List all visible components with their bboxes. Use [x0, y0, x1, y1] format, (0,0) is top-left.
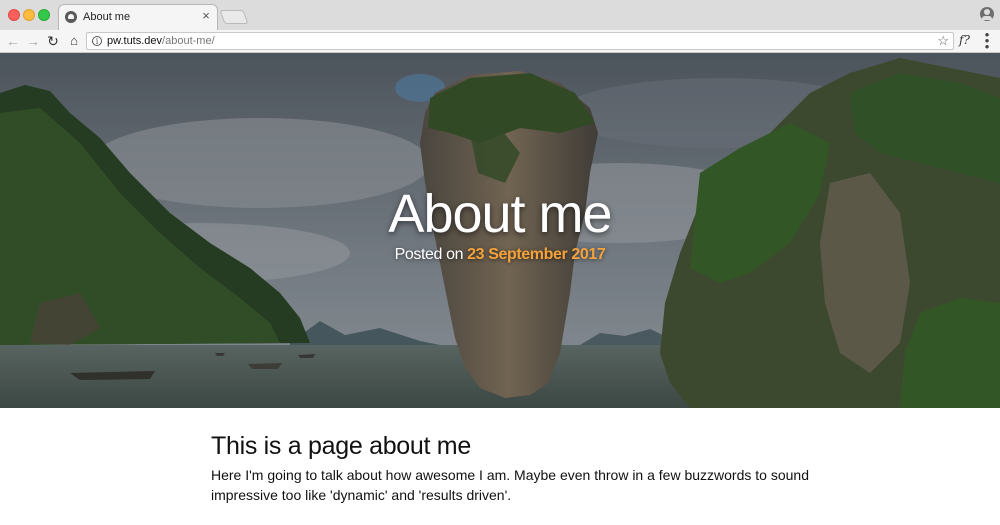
minimize-window-icon[interactable]	[23, 9, 35, 21]
new-tab-button[interactable]	[219, 10, 249, 24]
tab-about-me[interactable]: About me ×	[58, 4, 218, 30]
url-path: /about-me/	[162, 35, 215, 47]
hero-banner: About me Posted on 23 September 2017	[0, 53, 1000, 408]
tab-title: About me	[83, 11, 131, 23]
profile-icon[interactable]	[980, 7, 994, 21]
post-date: 23 September 2017	[467, 246, 606, 263]
address-bar[interactable]: i pw.tuts.dev/about-me/ ☆	[86, 32, 954, 50]
posted-prefix: Posted on	[394, 246, 468, 263]
url-host: pw.tuts.dev	[107, 35, 163, 47]
menu-icon[interactable]: • • •	[982, 28, 992, 53]
hero-title: About me	[388, 184, 612, 244]
browser-titlebar: About me ×	[0, 0, 1000, 30]
maximize-window-icon[interactable]	[38, 9, 50, 21]
page-body-text: Here I'm going to talk about how awesome…	[211, 467, 809, 503]
site-info-icon[interactable]: i	[92, 36, 102, 46]
extension-icon[interactable]: f?	[959, 33, 970, 47]
url-text[interactable]: pw.tuts.dev/about-me/	[107, 35, 215, 47]
tab-close-icon[interactable]: ×	[199, 9, 213, 23]
home-icon[interactable]: ⌂	[66, 32, 82, 50]
back-arrow-icon[interactable]: ←	[5, 32, 21, 50]
reload-icon[interactable]: ↻	[45, 32, 61, 50]
close-window-icon[interactable]	[8, 9, 20, 21]
browser-toolbar: ← → ↻ ⌂ i pw.tuts.dev/about-me/ ☆ f? • • •	[0, 28, 1000, 53]
page-heading: This is a page about me	[211, 432, 471, 460]
page-favicon-icon	[65, 11, 77, 23]
post-meta: Posted on 23 September 2017	[0, 246, 1000, 264]
bookmark-star-icon[interactable]: ☆	[937, 33, 949, 49]
page-content: This is a page about me Here I'm going t…	[211, 432, 811, 505]
forward-arrow-icon[interactable]: →	[25, 32, 41, 50]
